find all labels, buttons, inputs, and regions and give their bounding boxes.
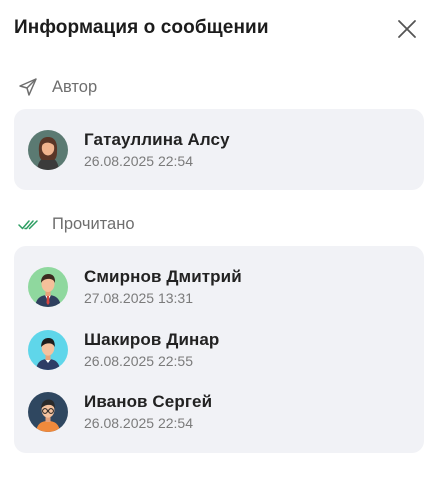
reader-name: Шакиров Динар [84,330,220,349]
reader-item[interactable]: Смирнов Дмитрий 27.08.2025 13:31 [28,264,410,310]
send-icon [18,77,38,97]
reader-date: 26.08.2025 22:55 [84,353,193,369]
author-card: Гатауллина Алсу 26.08.2025 22:54 [14,109,424,190]
close-icon[interactable] [396,18,418,40]
author-item[interactable]: Гатауллина Алсу 26.08.2025 22:54 [28,127,410,173]
dialog-header: Информация о сообщении [14,17,422,43]
avatar-man-glasses [28,392,68,432]
avatar-man-tie [28,267,68,307]
message-info-panel: Информация о сообщении Автор Гатауллина … [0,0,436,491]
reader-item[interactable]: Шакиров Динар 26.08.2025 22:55 [28,327,410,373]
reader-name: Смирнов Дмитрий [84,267,242,286]
dialog-title: Информация о сообщении [14,17,269,38]
author-section-label: Автор [52,77,98,96]
reader-date: 26.08.2025 22:54 [84,415,193,431]
read-section-header: Прочитано [18,212,135,236]
avatar-woman [28,130,68,170]
author-section-header: Автор [18,75,97,99]
avatar-man-cyan [28,330,68,370]
reader-date: 27.08.2025 13:31 [84,290,193,306]
reader-item[interactable]: Иванов Сергей 26.08.2025 22:54 [28,389,410,435]
author-name: Гатауллина Алсу [84,130,230,149]
reader-name: Иванов Сергей [84,392,213,411]
read-section-label: Прочитано [52,214,135,233]
read-card: Смирнов Дмитрий 27.08.2025 13:31 Шакиров… [14,246,424,453]
double-check-icon [18,214,38,234]
author-date: 26.08.2025 22:54 [84,153,193,169]
